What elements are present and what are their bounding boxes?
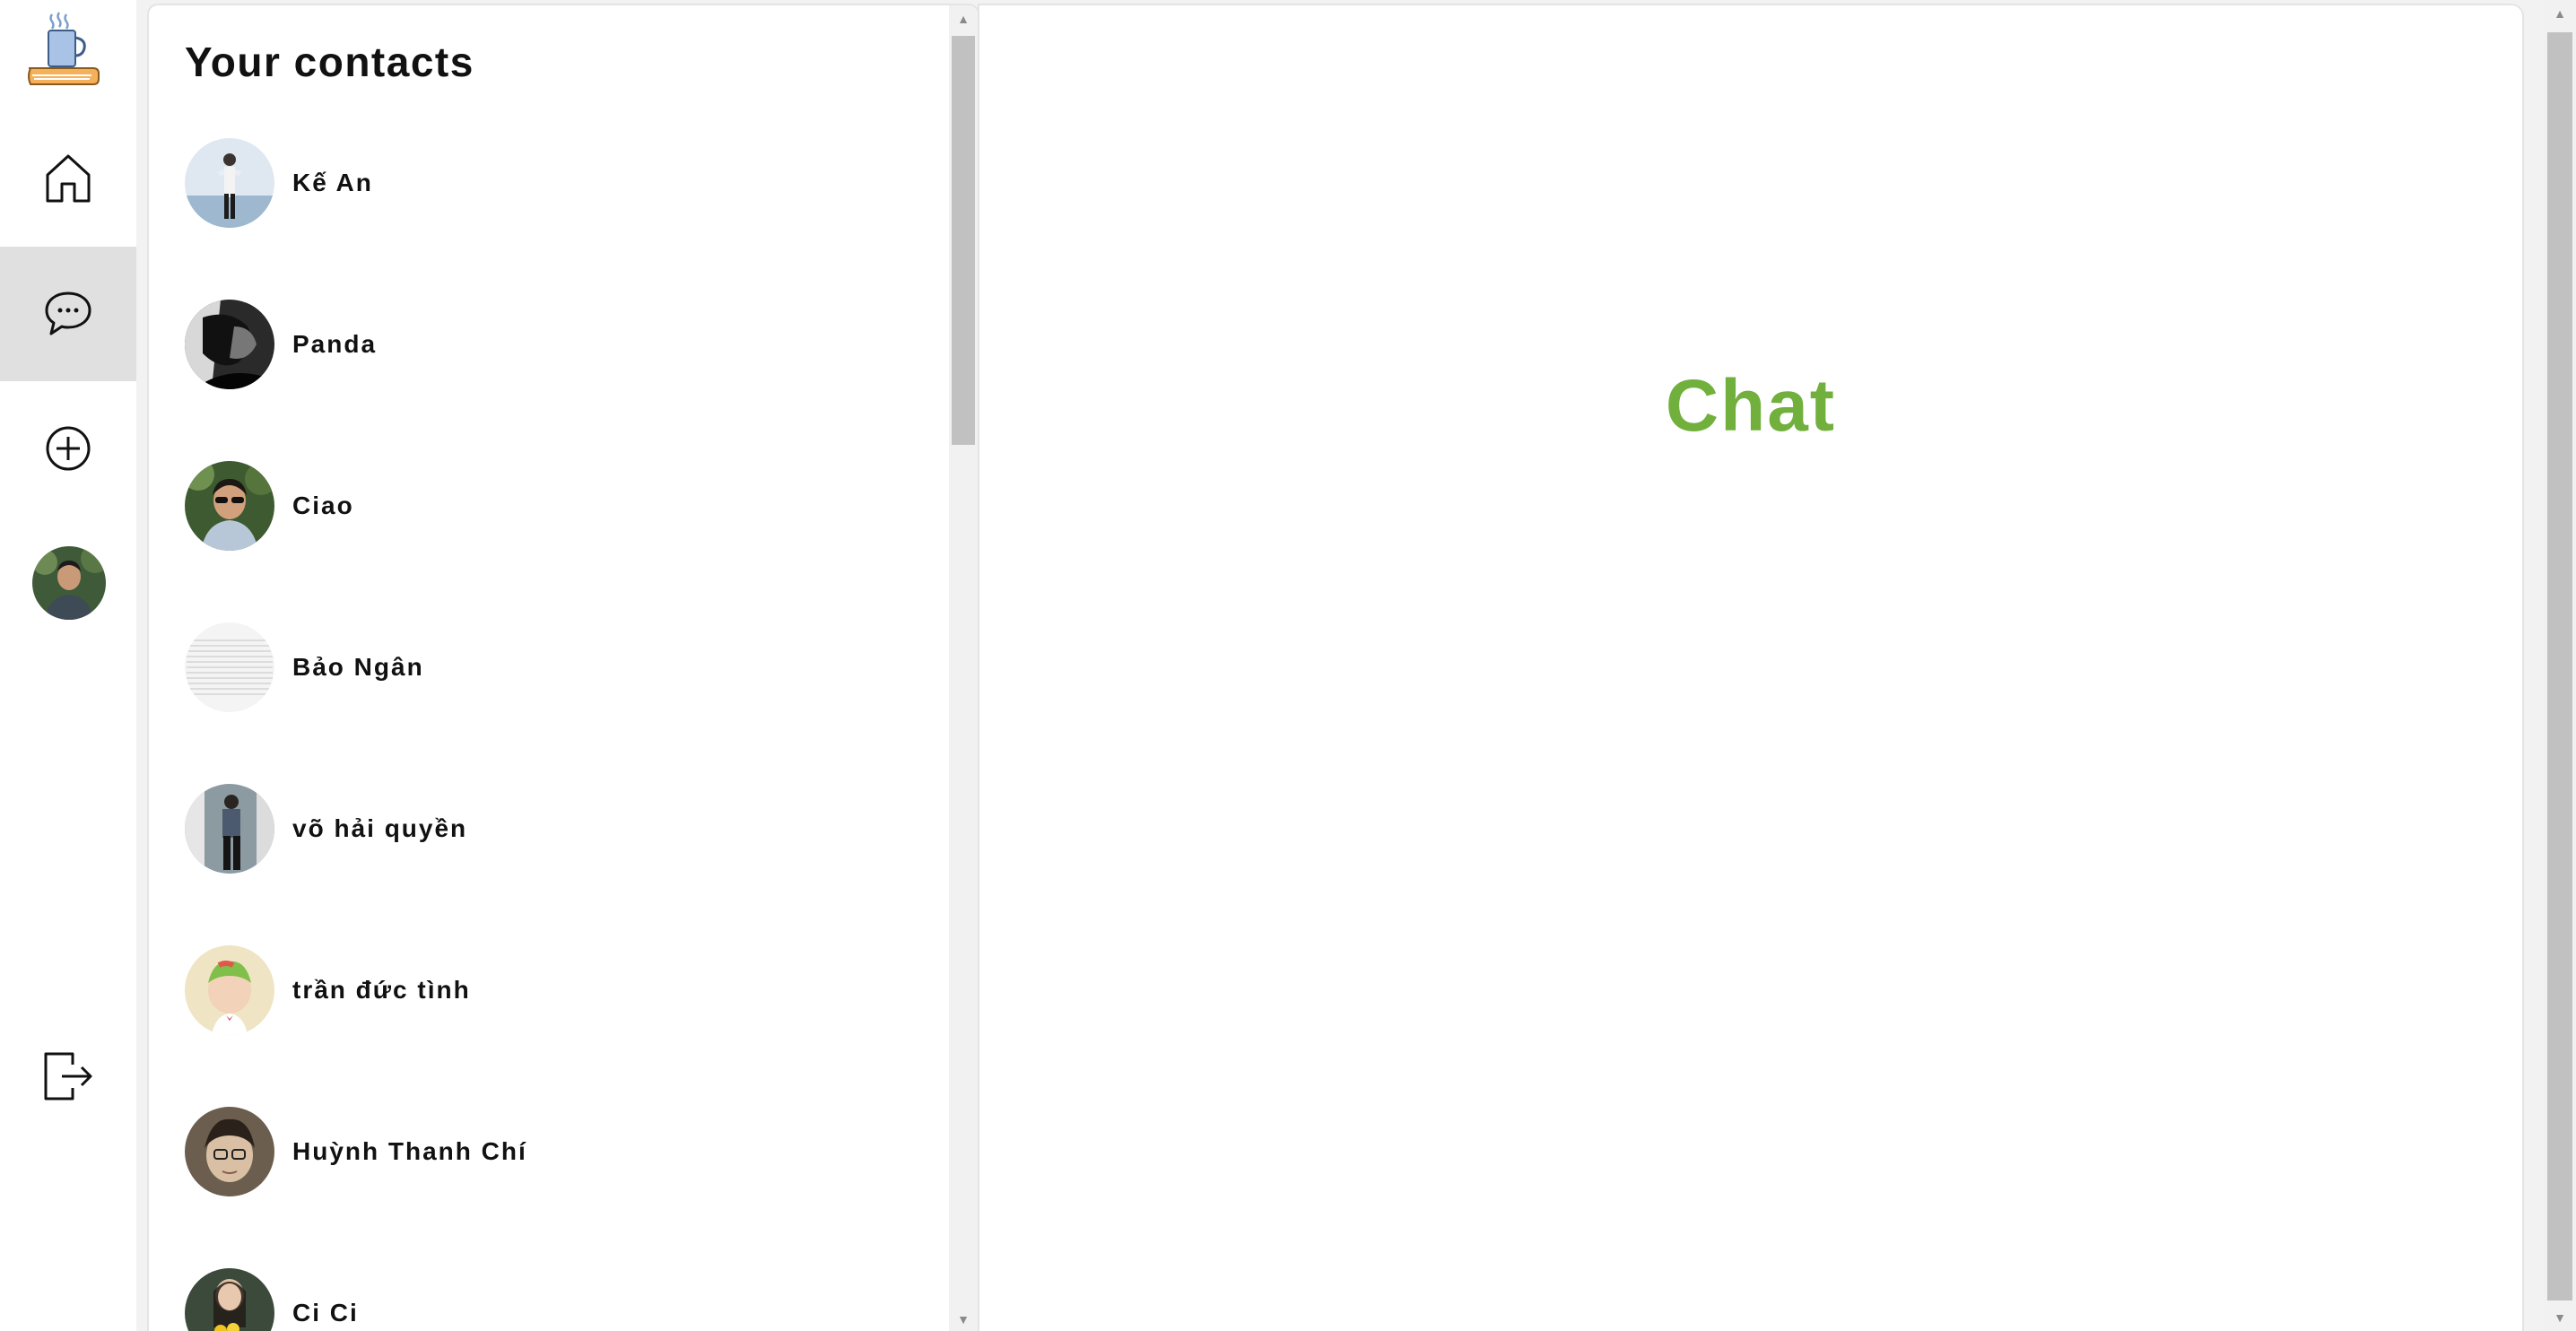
contact-name: Panda [292,330,378,358]
nav-chat-button[interactable] [0,247,136,381]
scroll-down-arrow-icon[interactable]: ▼ [949,1306,978,1331]
page-scroll-up-arrow-icon[interactable]: ▲ [2544,0,2576,27]
chat-placeholder-title: Chat [1665,365,1837,447]
contacts-title: Your contacts [185,39,474,85]
page-scrollbar[interactable]: ▲ ▼ [2544,0,2576,1331]
scroll-up-arrow-icon[interactable]: ▲ [949,5,978,32]
contact-avatar [185,138,274,228]
nav-logout-button[interactable] [0,1009,136,1144]
page-scrollbar-thumb[interactable] [2547,32,2572,1301]
contact-item[interactable]: Ciao [185,459,920,552]
contact-item[interactable]: võ hải quyền [185,782,920,875]
contact-item[interactable]: trần đức tình [185,944,920,1037]
contact-name: Huỳnh Thanh Chí [292,1137,527,1165]
chat-panel: Chat [978,4,2524,1331]
contact-avatar [185,300,274,389]
home-icon [46,154,91,203]
nav-home-button[interactable] [0,111,136,246]
nav-add-button[interactable] [0,381,136,516]
contact-item[interactable]: Ci Ci [185,1266,920,1331]
page-scroll-down-arrow-icon[interactable]: ▼ [2544,1304,2576,1331]
contact-avatar [185,945,274,1035]
contact-item[interactable]: Panda [185,298,920,391]
contacts-scrollbar[interactable]: ▲ ▼ [949,5,978,1331]
contacts-scrollbar-thumb[interactable] [952,36,975,445]
contact-name: võ hải quyền [292,814,468,842]
contact-item[interactable]: Bảo Ngân [185,621,920,714]
contact-item[interactable]: Kế An [185,136,920,230]
coffee-book-logo-icon [28,12,100,85]
side-nav [0,0,136,1331]
profile-avatar[interactable] [32,546,106,620]
logout-icon [44,1052,92,1100]
avatar-image [32,546,106,620]
contacts-panel: Your contacts Kế An Panda Ciao Bảo Ngân … [147,4,979,1331]
contact-avatar [185,461,274,551]
contact-avatar [185,622,274,712]
contact-name: Ciao [292,492,354,519]
contact-avatar [185,1107,274,1196]
contact-name: Bảo Ngân [292,653,424,681]
contact-item[interactable]: Huỳnh Thanh Chí [185,1105,920,1198]
contact-avatar [185,1268,274,1331]
chat-app: Your contacts Kế An Panda Ciao Bảo Ngân … [0,0,2576,1331]
contact-name: trần đức tình [292,976,471,1004]
contact-name: Ci Ci [292,1299,359,1327]
contact-avatar [185,784,274,874]
plus-circle-icon [46,426,91,471]
contact-name: Kế An [292,169,373,196]
chat-bubble-icon [45,291,91,335]
